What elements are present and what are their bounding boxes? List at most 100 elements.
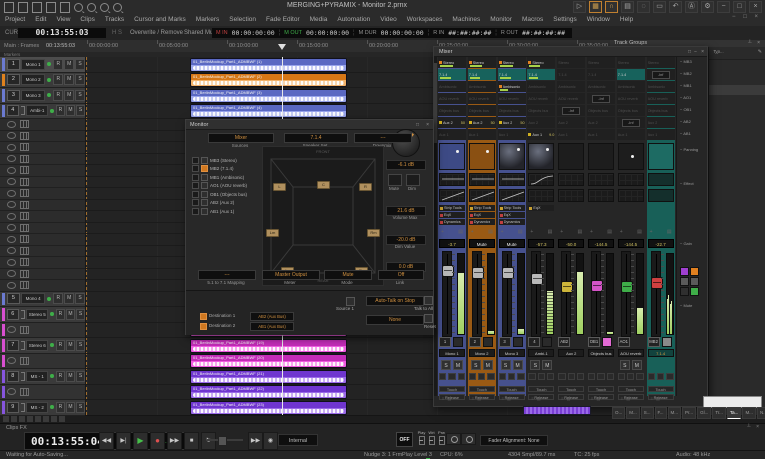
mdi-window-controls[interactable]: − □ × bbox=[732, 14, 761, 20]
source-checkbox[interactable] bbox=[201, 157, 208, 164]
collapsed-track-row[interactable] bbox=[0, 280, 85, 292]
send-slot-3[interactable]: AOU reverb bbox=[438, 93, 466, 104]
eq-display-0[interactable] bbox=[558, 173, 584, 186]
eq-display-0[interactable] bbox=[439, 173, 465, 186]
channel-id[interactable]: 3 bbox=[499, 337, 511, 347]
track-header-8[interactable]: 8MS - 1RMS bbox=[0, 369, 85, 385]
send-slot-3[interactable]: AOU reverb bbox=[468, 93, 496, 104]
track-name[interactable]: Stereo 6 bbox=[26, 340, 48, 351]
audio-clip[interactable]: 01_BerlinMockup_Part1_ADMBWF (23) bbox=[190, 401, 347, 415]
field-value-m-out[interactable]: 00:00:00:00 bbox=[306, 29, 349, 37]
menu-workspaces[interactable]: Workspaces bbox=[402, 16, 448, 23]
track-s-button[interactable]: S bbox=[75, 293, 85, 304]
insert-menu-icon[interactable]: ▤ bbox=[607, 229, 612, 236]
monitor-window-icon[interactable]: ∩ bbox=[605, 1, 618, 13]
speaker-chip-r[interactable]: R bbox=[359, 183, 372, 191]
lane-grid-icon[interactable] bbox=[20, 166, 29, 174]
send-slot-1[interactable]: 7.1.4 bbox=[557, 69, 585, 80]
add-insert-icon[interactable]: + bbox=[501, 229, 504, 236]
channel-name[interactable]: Objects bus bbox=[588, 349, 614, 357]
send-slot-6[interactable]: Aux 1 bbox=[647, 129, 675, 140]
window-tab-10[interactable]: N... bbox=[757, 407, 765, 419]
ruler-format[interactable]: Main : Frames bbox=[4, 43, 39, 49]
fader-value[interactable]: -3.7 bbox=[439, 239, 465, 248]
send-slot-5[interactable]: -Inf bbox=[617, 117, 645, 128]
insert-add-row[interactable]: +▤ bbox=[439, 229, 465, 236]
eq-display-0[interactable] bbox=[618, 173, 644, 186]
send-slot-2[interactable]: Ambisonic bbox=[557, 81, 585, 92]
touch-button[interactable]: Touch bbox=[648, 386, 674, 392]
send-slot-3[interactable]: AOU reverb bbox=[647, 93, 675, 104]
window-tab-3[interactable]: F... bbox=[655, 407, 667, 419]
fast-forward-button[interactable]: ▶▶ bbox=[167, 432, 182, 450]
monitor-source-item[interactable]: MB1 (Ambisonic) bbox=[192, 173, 244, 181]
insert-add-row[interactable]: +▤ bbox=[648, 229, 674, 236]
zoom-select-icon[interactable] bbox=[74, 3, 83, 12]
clock-icon[interactable]: ◌ bbox=[637, 1, 650, 13]
monitor-source-item[interactable]: OB1 (Objects bus) bbox=[192, 190, 247, 198]
menu-selection[interactable]: Selection bbox=[224, 16, 261, 23]
fader-slot[interactable] bbox=[651, 251, 661, 337]
audio-clip[interactable]: 01_BerlinMockup_Part1_ADMBWF (20) bbox=[190, 354, 347, 368]
track-m-button[interactable]: M bbox=[64, 90, 74, 101]
monitor-source-item[interactable]: AO1 (AOU reverb) bbox=[192, 182, 247, 190]
lane-grid-icon[interactable] bbox=[20, 189, 29, 197]
source-checkbox[interactable] bbox=[201, 174, 208, 181]
send-slot-4[interactable]: Objects bus bbox=[498, 105, 526, 116]
mini-button[interactable] bbox=[607, 373, 614, 380]
maximize-icon[interactable]: □ bbox=[733, 1, 746, 13]
mixer-minimize-icon[interactable]: − bbox=[694, 49, 697, 55]
insert-add-row[interactable]: +▤ bbox=[558, 229, 584, 236]
window-tab-9[interactable]: M... bbox=[742, 407, 756, 419]
sub-track-row[interactable] bbox=[0, 323, 85, 339]
sub-track-row[interactable] bbox=[0, 354, 85, 370]
shared-mix-toggle[interactable]: Shared Mu bbox=[184, 30, 213, 36]
track-m-button[interactable]: M bbox=[64, 74, 74, 85]
menu-macros[interactable]: Macros bbox=[517, 16, 548, 23]
panel-corner-icons[interactable]: ┴ × bbox=[747, 424, 761, 430]
mixer-dock-icon[interactable]: □ bbox=[688, 49, 691, 55]
add-insert-icon[interactable]: + bbox=[650, 229, 653, 236]
track-collapse-button[interactable] bbox=[27, 416, 33, 422]
collapsed-track-row[interactable] bbox=[0, 223, 85, 235]
track-m-button[interactable]: M bbox=[66, 402, 75, 413]
lane-grid-icon[interactable] bbox=[20, 212, 29, 220]
strip-bottom-icons[interactable]: ≡ ▤ bbox=[591, 396, 601, 401]
source-expand-box[interactable] bbox=[192, 199, 199, 206]
track-r-button[interactable]: R bbox=[56, 402, 65, 413]
solo-button[interactable]: S bbox=[620, 360, 630, 370]
channel-name[interactable]: Mono 3 bbox=[499, 349, 525, 357]
send-slot-5[interactable]: Aux 2 bbox=[647, 117, 675, 128]
send-slot-0[interactable]: Stereo bbox=[468, 57, 496, 68]
bus-section-ao1[interactable]: − AO1 bbox=[680, 95, 691, 100]
mixer-scrollbar[interactable] bbox=[434, 57, 437, 396]
send-slot-0[interactable]: Stereo bbox=[587, 57, 615, 68]
clips-fx-label[interactable]: Clips FX bbox=[6, 425, 27, 431]
mini-button[interactable] bbox=[517, 373, 524, 380]
eq-display-1[interactable] bbox=[439, 189, 465, 202]
channel-name[interactable]: Aux 2 bbox=[558, 349, 584, 357]
monitor-bottom-select-1[interactable]: Master Output bbox=[262, 270, 320, 280]
source-checkbox[interactable] bbox=[201, 208, 208, 215]
track-name[interactable]: Ambi-1 bbox=[26, 105, 48, 116]
send-slot-4[interactable]: Objects bus bbox=[587, 105, 615, 116]
collapsed-track-row[interactable] bbox=[0, 257, 85, 269]
mini-button[interactable] bbox=[648, 373, 655, 380]
section-gain[interactable]: − Gain bbox=[680, 241, 692, 246]
menu-machines[interactable]: Machines bbox=[447, 16, 485, 23]
plugin-slot[interactable]: Strip Tools bbox=[439, 205, 465, 211]
send-slot-3[interactable]: AOU reverb bbox=[498, 93, 526, 104]
send-slot-4[interactable]: Objects bus bbox=[647, 105, 675, 116]
lane-grid-icon[interactable] bbox=[20, 143, 29, 151]
bus-section-ab1[interactable]: − AB1 bbox=[680, 131, 691, 136]
mute-button[interactable]: M bbox=[483, 360, 493, 370]
zoom-fit-icon[interactable] bbox=[113, 3, 122, 12]
touch-button[interactable]: Touch bbox=[499, 386, 525, 392]
record-ready-icon[interactable] bbox=[47, 93, 51, 97]
menu-window[interactable]: Window bbox=[582, 16, 615, 23]
monitor-sources-select[interactable]: Mixer bbox=[208, 133, 274, 143]
track-m-button[interactable]: M bbox=[66, 105, 75, 116]
audio-clip[interactable]: 01_BerlinMockup_Part1_ADMBWF (19) bbox=[190, 339, 347, 353]
fader-value[interactable]: -22.7 bbox=[648, 239, 674, 248]
menu-media[interactable]: Media bbox=[305, 16, 333, 23]
